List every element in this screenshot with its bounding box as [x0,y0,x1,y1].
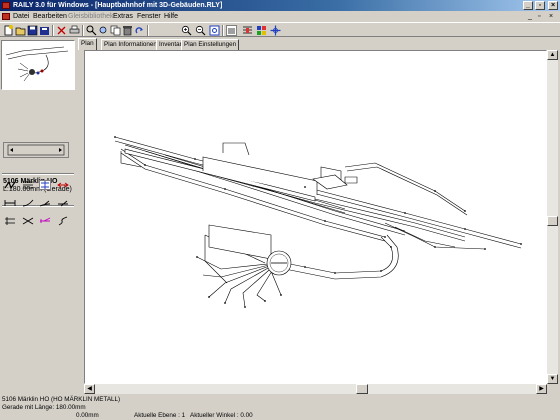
cut-icon[interactable] [56,25,67,36]
copy-icon[interactable] [110,25,121,36]
tab-plan[interactable]: Plan [78,38,97,50]
curve-right-icon[interactable] [57,198,69,208]
scroll-right-button[interactable]: ▶ [536,384,547,394]
minimize-button[interactable]: _ [523,1,533,10]
scroll-left-button[interactable]: ◀ [84,384,95,394]
zoom-in-icon[interactable] [181,25,192,36]
status-track-name: 5106 Märklin HO (HO MÄRKLIN METALL) [2,396,121,403]
toolbar-separator [147,25,149,36]
menu-fenster[interactable]: Fenster [137,11,161,22]
3d-view-icon[interactable] [226,25,237,36]
track-plan-drawing [114,136,522,308]
grid-icon[interactable] [242,25,253,36]
panel-divider [2,173,74,175]
switch-icon[interactable] [39,180,51,190]
arrow-icon[interactable] [57,180,69,190]
new-icon[interactable] [3,25,14,36]
flex-track-icon[interactable] [4,180,16,190]
toolbar [0,22,560,37]
navigator-box[interactable] [3,142,69,158]
mdi-minimize-button[interactable]: _ [528,11,532,22]
zoom-out-icon[interactable] [195,25,206,36]
vertical-scrollbar[interactable]: ▲ ▼ [547,50,558,384]
move-icon[interactable] [270,25,281,36]
preview-drawing [5,46,69,82]
title-bar[interactable]: RAILY 3.0 für Windows - [Hauptbahnhof mi… [0,0,560,11]
s-curve-icon[interactable] [57,216,69,226]
horizontal-scrollbar[interactable]: ◀ ▶ [84,384,547,394]
horizontal-scroll-thumb[interactable] [356,384,368,394]
print-icon[interactable] [69,25,80,36]
zoom-fit-icon[interactable] [209,25,220,36]
close-button[interactable]: × [548,1,558,10]
status-coordinate: 0.00mm [76,412,99,419]
track-preview [1,40,75,90]
application-window: RAILY 3.0 für Windows - [Hauptbahnhof mi… [0,0,560,420]
menu-gleisbibliothek[interactable]: Gleisbibliothek [68,11,114,22]
toolbar-separator [82,25,84,36]
navigator-frame [7,144,65,156]
straight-icon[interactable] [22,180,34,190]
tab-plan-informationen[interactable]: Plan Informationen [101,39,160,50]
app-icon[interactable] [2,2,10,9]
zoom-view-icon[interactable] [98,25,109,36]
menu-bar: Datei Bearbeiten Gleisbibliothek Extras … [0,11,560,22]
redo-icon[interactable] [134,25,145,36]
diamond-icon[interactable] [4,216,16,226]
scroll-up-button[interactable]: ▲ [547,50,558,60]
toolbar-separator [222,25,224,36]
status-bar: 5106 Märklin HO (HO MÄRKLIN METALL) Gera… [0,394,560,420]
mdi-restore-button[interactable]: ▫ [538,11,540,22]
status-layer: Aktuelle Ebene : 1 [134,412,186,419]
menu-datei[interactable]: Datei [13,11,29,22]
turnout-icon[interactable] [39,216,51,226]
toolbar-separator [52,25,54,36]
status-angle: Aktueller Winkel : 0.00 [190,412,253,419]
mdi-close-button[interactable]: × [549,11,553,22]
menu-hilfe[interactable]: Hilfe [164,11,178,22]
curve-icon[interactable] [22,198,34,208]
menu-extras[interactable]: Extras [113,11,133,22]
window-title: RAILY 3.0 für Windows - [Hauptbahnhof mi… [13,2,223,9]
save-icon[interactable] [27,25,38,36]
curve-left-icon[interactable] [39,198,51,208]
scroll-down-button[interactable]: ▼ [547,374,558,384]
bumper-icon[interactable] [4,198,16,208]
delete-icon[interactable] [122,25,133,36]
menu-bearbeiten[interactable]: Bearbeiten [33,11,67,22]
crossing-icon[interactable] [22,216,34,226]
layers-icon[interactable] [256,25,267,36]
find-icon[interactable] [86,25,97,36]
plan-canvas[interactable] [84,50,547,384]
save-all-icon[interactable] [39,25,50,36]
tab-plan-einstellungen[interactable]: Plan Einstellungen [181,39,240,50]
open-icon[interactable] [15,25,26,36]
tab-strip: Plan Plan Informationen Inventar Plan Ei… [76,38,560,50]
left-panel: 5106 Märklin HO L:180.00mm (Gerade) [0,38,76,393]
vertical-scroll-thumb[interactable] [547,216,558,226]
maximize-button[interactable]: ▫ [535,1,545,10]
document-icon[interactable] [2,13,10,20]
status-track-length: Gerade mit Länge: 180.00mm [2,404,86,411]
